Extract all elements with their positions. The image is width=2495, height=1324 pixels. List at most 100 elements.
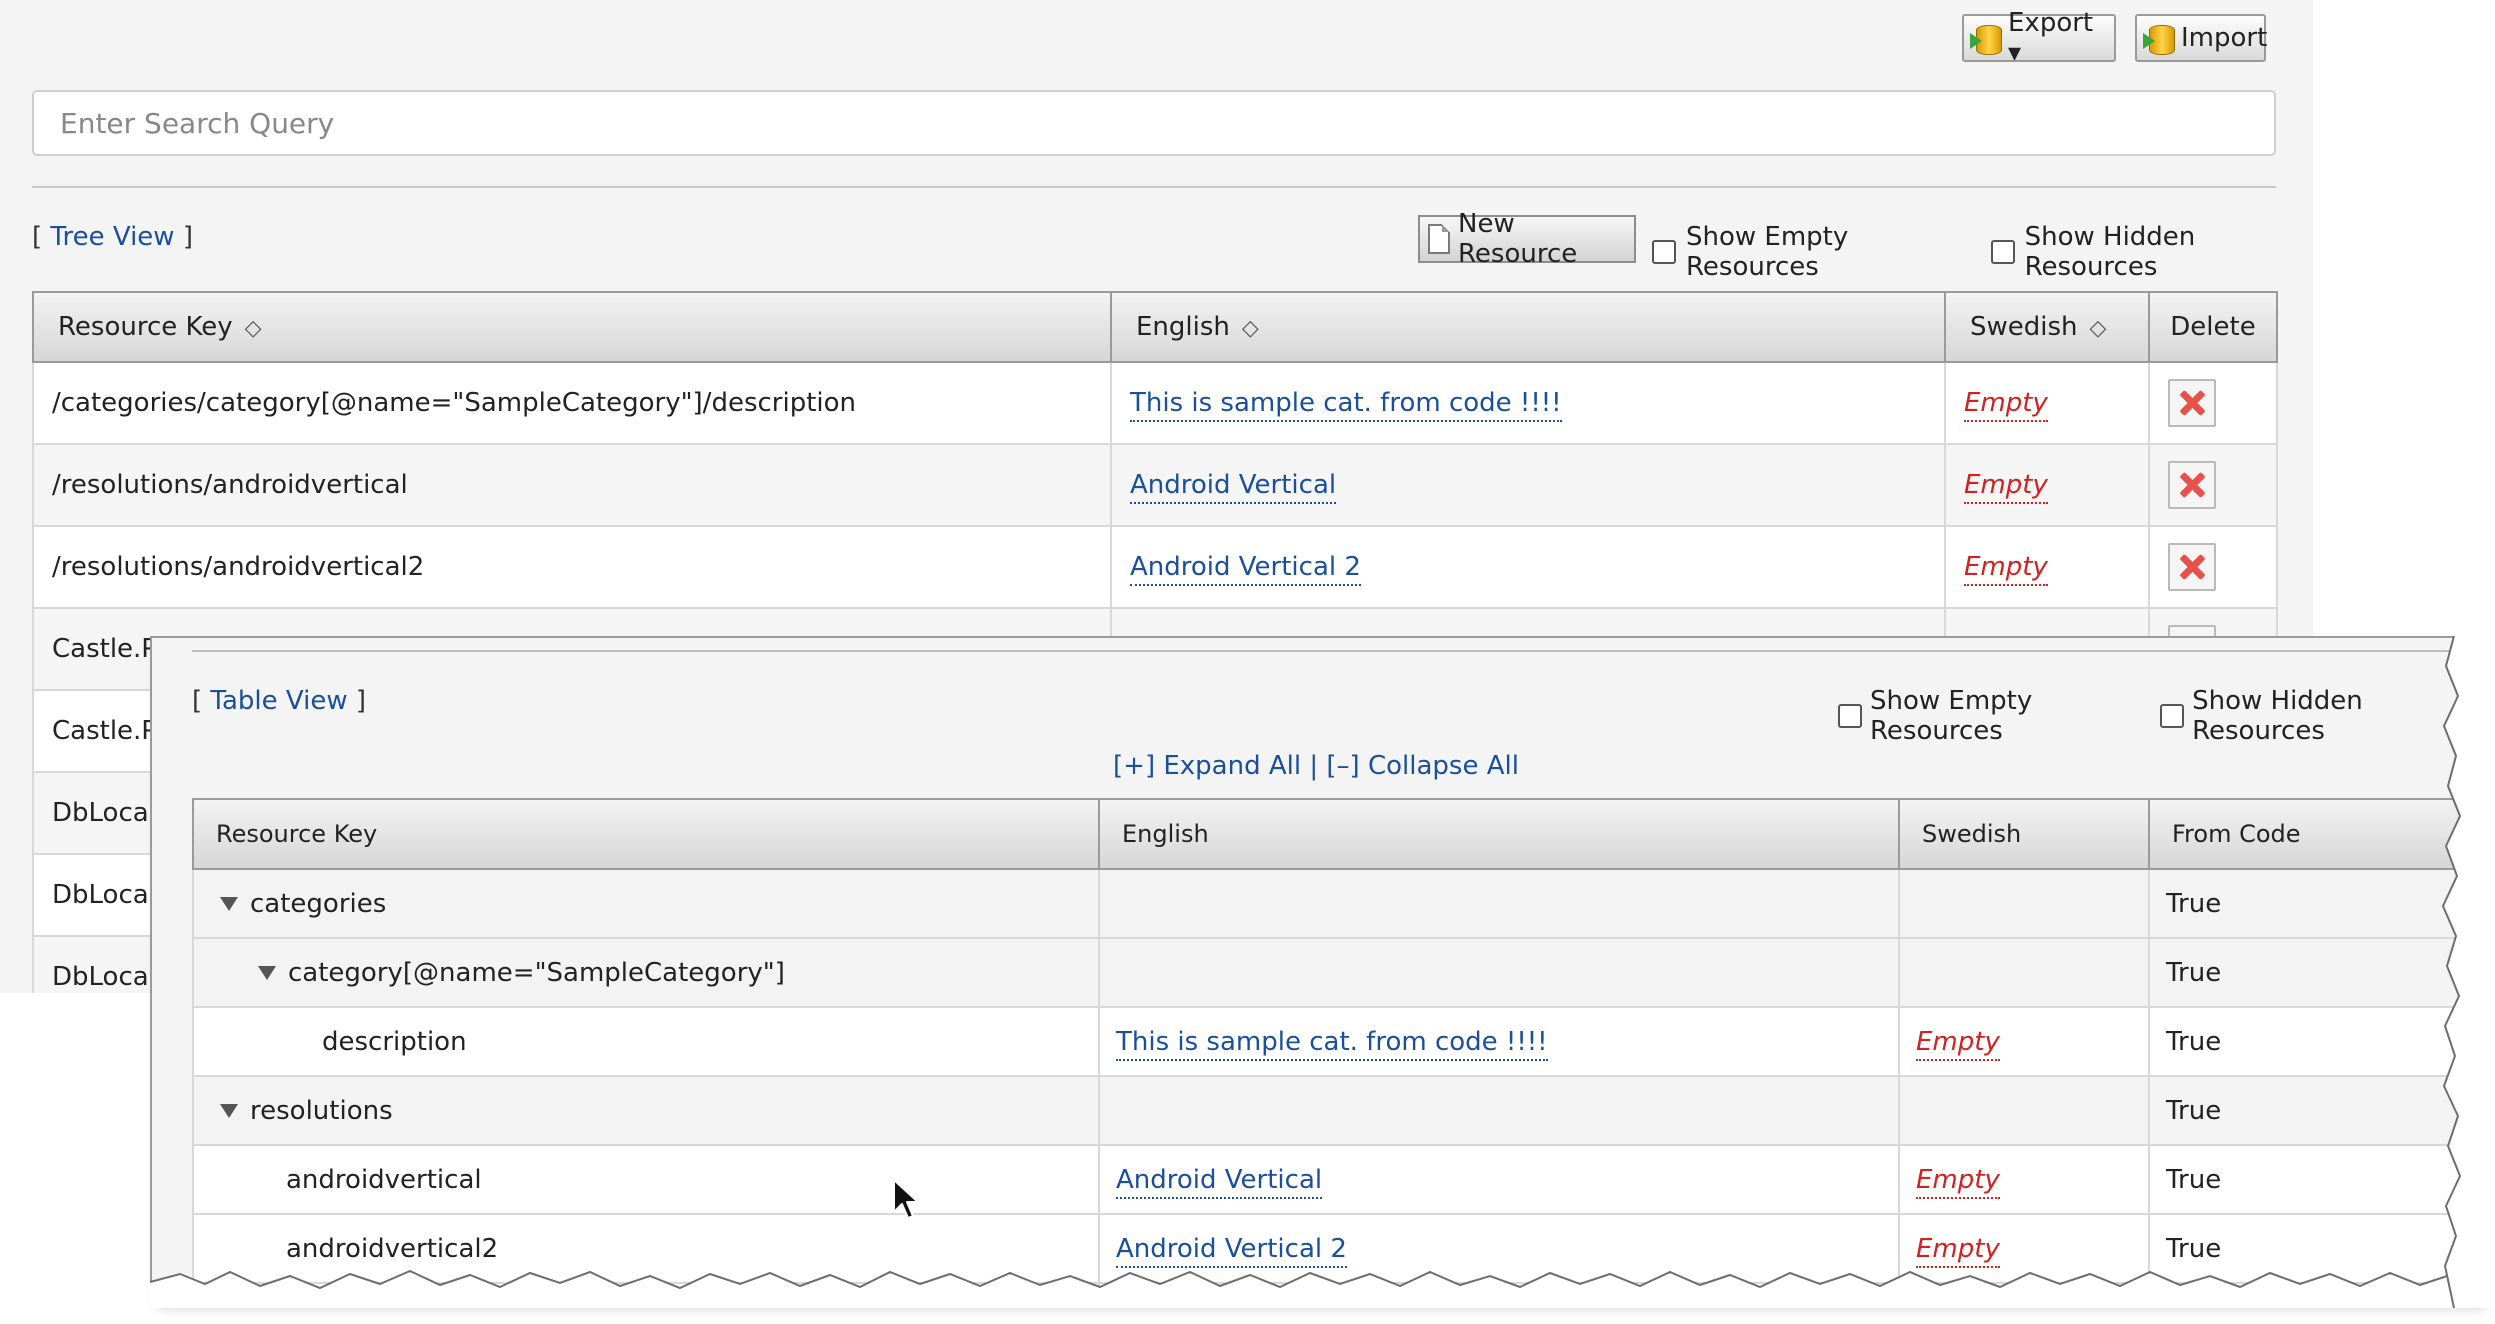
delete-x-icon — [2178, 553, 2206, 581]
delete-cell — [2148, 361, 2278, 445]
new-resource-label: New Resource — [1458, 209, 1578, 269]
delete-button[interactable] — [2168, 461, 2216, 509]
delete-button[interactable] — [2168, 379, 2216, 427]
from-code-cell: True — [2148, 1006, 2462, 1077]
show-empty-checkbox[interactable] — [1652, 240, 1676, 264]
table-row: /categories/category[@name="SampleCatego… — [32, 361, 2278, 445]
delete-x-icon — [2178, 471, 2206, 499]
english-cell: This is sample cat. from code !!!! — [1110, 361, 1946, 445]
table-view-toggle: [ Table View ] — [192, 686, 367, 716]
resource-key-cell: /resolutions/androidvertical2 — [32, 525, 1112, 609]
tree-row: category[@name="SampleCategory"] True — [192, 937, 2462, 1008]
sort-icon: ◇ — [244, 316, 262, 341]
delete-cell — [2148, 525, 2278, 609]
table-row: /resolutions/androidvertical Android Ver… — [32, 443, 2278, 527]
english-value-editable[interactable]: Android Vertical 2 — [1130, 552, 1361, 586]
show-empty-label: Show Empty Resources — [1686, 222, 1849, 282]
swedish-cell — [1898, 868, 2150, 939]
resource-key-cell: /resolutions/androidvertical — [32, 443, 1112, 527]
from-code-cell: True — [2148, 1075, 2462, 1146]
swedish-empty-editable[interactable]: Empty — [1964, 470, 2048, 504]
english-cell — [1098, 1075, 1900, 1146]
delete-cell — [2148, 443, 2278, 527]
show-hidden-label: Show Hidden Resources — [2024, 222, 2196, 282]
sort-icon: ◇ — [1241, 316, 1259, 341]
english-value-editable[interactable]: This is sample cat. from code !!!! — [1130, 388, 1562, 422]
tree-key-cell: resolutions — [192, 1075, 1100, 1146]
import-button[interactable]: Import — [2135, 14, 2268, 62]
show-hidden-checkbox[interactable] — [1990, 240, 2015, 264]
tree-row: categories True — [192, 868, 2462, 939]
resource-key-cell: /categories/category[@name="SampleCatego… — [32, 361, 1112, 445]
swedish-cell: Empty — [1944, 443, 2150, 527]
swedish-cell — [1898, 937, 2150, 1008]
collapse-all-link[interactable]: [–] Collapse All — [1326, 751, 1519, 781]
column-header-resource-key: Resource Key — [192, 798, 1100, 870]
table-filter-options: Show Empty Resources Show Hidden Resourc… — [1652, 222, 2313, 282]
column-header-from-code: From Code — [2148, 798, 2462, 870]
delete-x-icon — [2178, 389, 2206, 417]
column-header-swedish[interactable]: Swedish ◇ — [1944, 291, 2150, 363]
column-header-english[interactable]: English ◇ — [1110, 291, 1946, 363]
screenshot-canvas: Export ▾ Import [ Tree View ] New Resour… — [0, 0, 2495, 1324]
import-label: Import — [2181, 23, 2268, 53]
english-value-editable[interactable]: Android Vertical 2 — [1116, 1233, 1347, 1268]
swedish-empty-editable[interactable]: Empty — [1916, 1233, 2000, 1268]
swedish-cell — [1898, 1075, 2150, 1146]
swedish-empty-editable[interactable]: Empty — [1964, 388, 2048, 422]
show-hidden-checkbox[interactable] — [2160, 704, 2185, 728]
english-value-editable[interactable]: Android Vertical — [1116, 1164, 1323, 1199]
show-hidden-label: Show Hidden Resources — [2192, 686, 2363, 746]
swedish-empty-editable[interactable]: Empty — [1916, 1164, 2000, 1199]
from-code-cell: True — [2148, 868, 2462, 939]
from-code-cell: True — [2148, 937, 2462, 1008]
collapse-triangle-icon[interactable] — [258, 966, 276, 980]
column-header-delete: Delete — [2148, 291, 2278, 363]
collapse-triangle-icon[interactable] — [220, 897, 238, 911]
divider — [32, 186, 2276, 188]
from-code-cell: True — [2148, 1144, 2462, 1215]
tree-view-toggle: [ Tree View ] — [32, 222, 193, 252]
torn-edge-bottom — [150, 1269, 2495, 1308]
swedish-cell: Empty — [1898, 1006, 2150, 1077]
swedish-cell: Empty — [1944, 525, 2150, 609]
tree-row: androidvertical Android Vertical Empty T… — [192, 1144, 2462, 1215]
collapse-triangle-icon[interactable] — [220, 1104, 238, 1118]
table-view-link[interactable]: Table View — [210, 686, 347, 716]
expand-all-link[interactable]: [+] Expand All — [1113, 751, 1301, 781]
database-import-icon — [2143, 21, 2175, 55]
english-cell: Android Vertical 2 — [1110, 525, 1946, 609]
english-cell — [1098, 868, 1900, 939]
tree-row: resolutions True — [192, 1075, 2462, 1146]
column-header-resource-key[interactable]: Resource Key ◇ — [32, 291, 1112, 363]
tree-key-cell: category[@name="SampleCategory"] — [192, 937, 1100, 1008]
new-document-icon — [1428, 224, 1450, 254]
table-row: /resolutions/androidvertical2 Android Ve… — [32, 525, 2278, 609]
english-value-editable[interactable]: This is sample cat. from code !!!! — [1116, 1026, 1548, 1061]
mouse-pointer-icon — [893, 1179, 919, 1219]
new-resource-button[interactable]: New Resource — [1418, 209, 1636, 269]
show-empty-label: Show Empty Resources — [1870, 686, 2033, 746]
delete-button[interactable] — [2168, 543, 2216, 591]
search-input[interactable] — [32, 90, 2276, 156]
database-export-icon — [1970, 21, 2002, 55]
english-cell: Android Vertical — [1098, 1144, 1900, 1215]
separator: | — [1301, 751, 1327, 781]
tree-row: description This is sample cat. from cod… — [192, 1006, 2462, 1077]
swedish-empty-editable[interactable]: Empty — [1964, 552, 2048, 586]
table-header-row: Resource Key ◇ English ◇ Swedish ◇ Delete — [32, 291, 2278, 363]
swedish-empty-editable[interactable]: Empty — [1916, 1026, 2000, 1061]
export-button[interactable]: Export ▾ — [1962, 8, 2116, 68]
resource-tree-table: Resource Key English Swedish From Code c… — [192, 798, 2462, 1298]
column-header-english: English — [1098, 798, 1900, 870]
torn-edge-right — [2441, 636, 2495, 1308]
tree-key-cell: categories — [192, 868, 1100, 939]
english-cell — [1098, 937, 1900, 1008]
show-empty-checkbox[interactable] — [1838, 704, 1862, 728]
english-value-editable[interactable]: Android Vertical — [1130, 470, 1337, 504]
english-cell: This is sample cat. from code !!!! — [1098, 1006, 1900, 1077]
column-header-swedish: Swedish — [1898, 798, 2150, 870]
tree-view-link[interactable]: Tree View — [50, 222, 174, 252]
tree-view-panel: [ Table View ] Show Empty Resources Show… — [150, 636, 2480, 1298]
divider — [192, 650, 2480, 652]
